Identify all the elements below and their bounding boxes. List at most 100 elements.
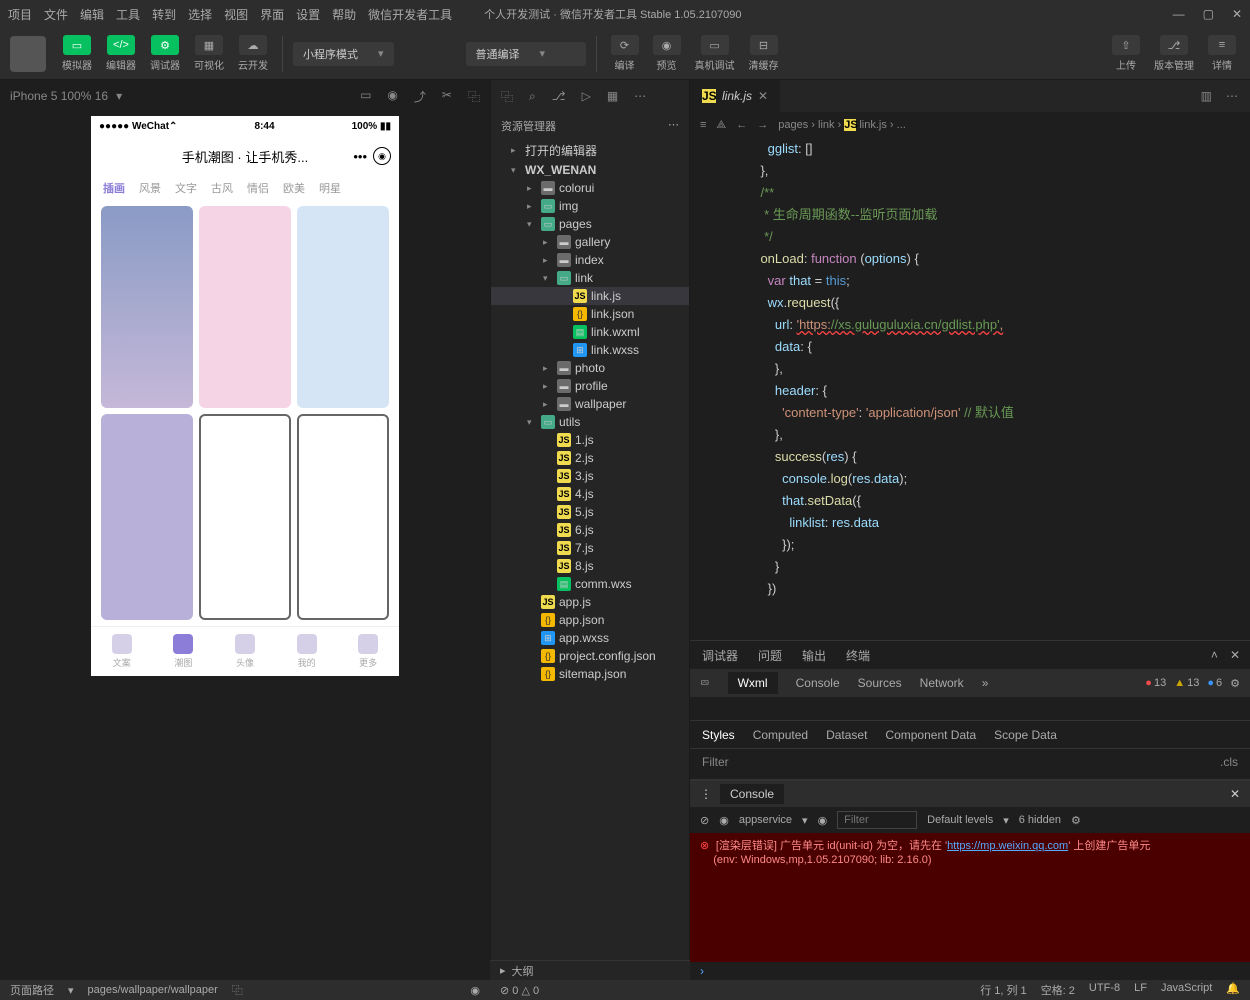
menu-item[interactable]: 工具 (116, 6, 140, 23)
dataset-tab[interactable]: Dataset (826, 728, 867, 742)
problem-count[interactable]: ⊘ 0 △ 0 (500, 984, 539, 997)
details-button[interactable]: ≡详情 (1204, 33, 1240, 74)
nav-item[interactable]: 更多 (358, 634, 378, 669)
page-path-label[interactable]: 页面路径 (10, 982, 54, 998)
close-icon[interactable]: ✕ (1230, 648, 1240, 662)
menu-item[interactable]: 微信开发者工具 (368, 6, 452, 23)
cut-icon[interactable]: ✂ (442, 88, 452, 105)
remote-debug-button[interactable]: ▭真机调试 (691, 33, 739, 74)
levels-select[interactable]: Default levels (927, 814, 993, 826)
tab-item[interactable]: 插画 (103, 180, 125, 196)
tree-item[interactable]: ⊞app.wxss (491, 629, 689, 647)
tree-item[interactable]: ▾▭utils (491, 413, 689, 431)
menu-item[interactable]: 视图 (224, 6, 248, 23)
debug-icon[interactable]: ▷ (582, 89, 591, 103)
wallpaper-item[interactable] (199, 414, 291, 620)
preview-button[interactable]: ◉预览 (649, 33, 685, 74)
tree-item[interactable]: {}app.json (491, 611, 689, 629)
menu-item[interactable]: 设置 (296, 6, 320, 23)
wallpaper-item[interactable] (297, 206, 389, 408)
error-badge[interactable]: 13 (1145, 677, 1166, 690)
phone-simulator[interactable]: ●●●●● WeChat⌃ 8:44 100% ▮▮ 手机潮图 · 让手机秀..… (91, 116, 399, 676)
nav-item[interactable]: 文案 (112, 634, 132, 669)
page-path[interactable]: pages/wallpaper/wallpaper (88, 984, 218, 996)
tree-item[interactable]: ⊞link.wxss (491, 341, 689, 359)
wxml-tab[interactable]: Wxml (728, 672, 778, 694)
eye-icon[interactable]: ◉ (818, 814, 828, 827)
more-icon[interactable]: ⋯ (1226, 89, 1238, 103)
devtab[interactable]: 调试器 (702, 647, 738, 664)
menu-item[interactable]: 编辑 (80, 6, 104, 23)
copy-icon[interactable]: ⿻ (468, 88, 480, 105)
filter-input[interactable] (837, 811, 917, 829)
clear-icon[interactable]: ⊘ (700, 814, 709, 827)
section-header[interactable]: ▸打开的编辑器 (491, 140, 689, 161)
tree-item[interactable]: JSlink.js (491, 287, 689, 305)
files-icon[interactable]: ⿻ (501, 88, 513, 105)
tree-item[interactable]: ▸▬profile (491, 377, 689, 395)
computed-tab[interactable]: Computed (753, 728, 808, 742)
menu-item[interactable]: 项目 (8, 6, 32, 23)
minimize-icon[interactable]: — (1173, 7, 1185, 21)
split-icon[interactable]: ▥ (1201, 89, 1212, 103)
tree-item[interactable]: JS5.js (491, 503, 689, 521)
toolbar-icon[interactable]: ≡ (700, 119, 706, 131)
target-icon[interactable]: ◉ (373, 147, 391, 165)
tree-item[interactable]: ▸▬colorui (491, 179, 689, 197)
devtab[interactable]: 输出 (802, 647, 826, 664)
tab-item[interactable]: 古风 (211, 180, 233, 196)
upload-button[interactable]: ⇧上传 (1108, 33, 1144, 74)
menu-item[interactable]: 帮助 (332, 6, 356, 23)
device-label[interactable]: iPhone 5 100% 16 (10, 89, 108, 103)
tree-item[interactable]: JSapp.js (491, 593, 689, 611)
cursor-pos[interactable]: 行 1, 列 1 (980, 982, 1026, 998)
gear-icon[interactable]: ⚙ (1071, 814, 1081, 827)
ext-icon[interactable]: ▦ (607, 89, 618, 103)
tree-item[interactable]: JS7.js (491, 539, 689, 557)
console-menu-icon[interactable]: ⋮ (700, 787, 712, 801)
compile-select[interactable]: 普通编译 (466, 42, 586, 66)
warn-badge[interactable]: 13 (1174, 677, 1199, 690)
network-tab[interactable]: Network (920, 676, 964, 690)
tree-item[interactable]: ▾▭link (491, 269, 689, 287)
tree-item[interactable]: JS4.js (491, 485, 689, 503)
maximize-icon[interactable]: ▢ (1203, 7, 1214, 21)
visual-button[interactable]: ▦可视化 (190, 33, 228, 74)
section-header[interactable]: ▾WX_WENAN (491, 161, 689, 179)
wallpaper-item[interactable] (199, 206, 291, 408)
file-tab[interactable]: JS link.js ✕ (690, 80, 780, 112)
console-tab[interactable]: Console (720, 784, 784, 804)
more-icon[interactable]: ••• (353, 149, 367, 164)
simulator-button[interactable]: ▭模拟器 (58, 33, 96, 74)
tab-item[interactable]: 风景 (139, 180, 161, 196)
more-icon[interactable]: ⋯ (634, 89, 646, 103)
bookmark-icon[interactable]: ⟁ (716, 119, 726, 132)
forward-icon[interactable]: → (757, 119, 768, 131)
nav-item[interactable]: 头像 (235, 634, 255, 669)
tree-item[interactable]: {}project.config.json (491, 647, 689, 665)
location-icon[interactable]: ◉ (387, 88, 397, 105)
tree-item[interactable]: ▸▬index (491, 251, 689, 269)
tree-item[interactable]: JS3.js (491, 467, 689, 485)
more-icon[interactable]: ⋯ (668, 118, 679, 134)
git-icon[interactable]: ⎇ (552, 89, 566, 103)
compile-button[interactable]: ⟳编译 (607, 33, 643, 74)
tree-item[interactable]: {}link.json (491, 305, 689, 323)
menu-item[interactable]: 界面 (260, 6, 284, 23)
tree-item[interactable]: ▸▬wallpaper (491, 395, 689, 413)
eye-icon[interactable]: ◉ (719, 814, 729, 827)
copy-icon[interactable]: ⿻ (232, 982, 243, 998)
tree-item[interactable]: {}sitemap.json (491, 665, 689, 683)
tree-item[interactable]: ▤link.wxml (491, 323, 689, 341)
overflow-icon[interactable]: » (982, 676, 989, 690)
sources-tab[interactable]: Sources (858, 676, 902, 690)
avatar[interactable] (10, 36, 46, 72)
clear-cache-button[interactable]: ⊟清缓存 (745, 33, 783, 74)
close-icon[interactable]: ✕ (1230, 787, 1240, 801)
devtab[interactable]: 问题 (758, 647, 782, 664)
tree-item[interactable]: ▸▬gallery (491, 233, 689, 251)
eol[interactable]: LF (1134, 982, 1147, 998)
menu-item[interactable]: 选择 (188, 6, 212, 23)
breadcrumb[interactable]: pages › link › JS link.js › ... (778, 119, 906, 131)
inspect-icon[interactable]: ⮹ (700, 676, 710, 691)
